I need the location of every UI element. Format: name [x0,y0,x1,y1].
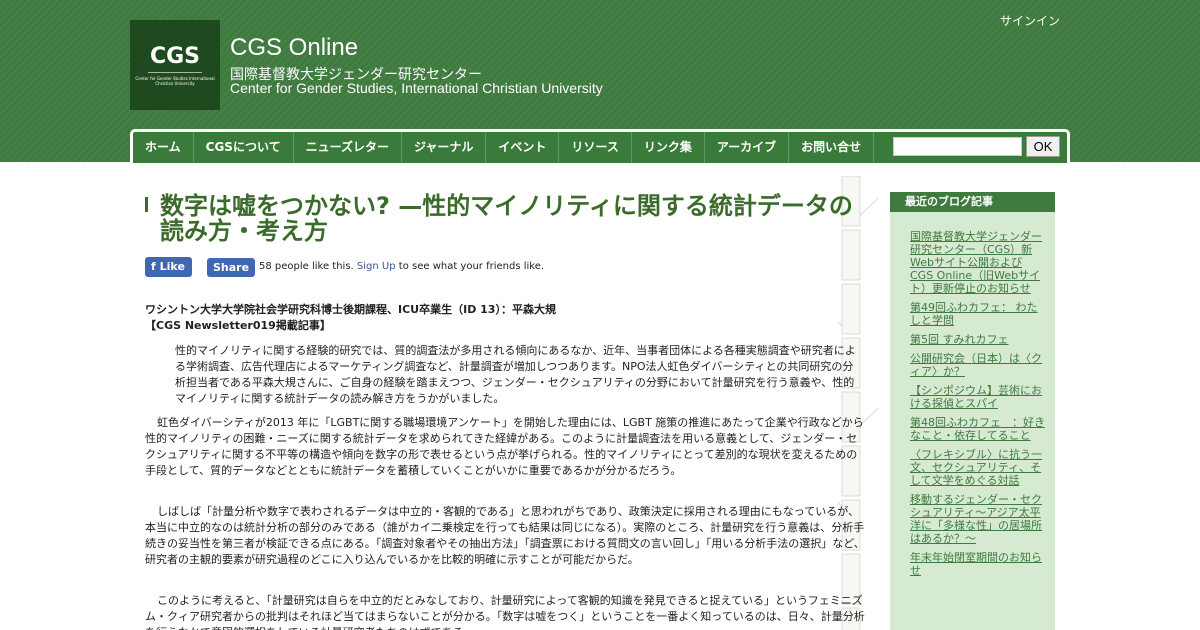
post-paragraph: しばしば「計量分析や数字で表わされるデータは中立的・客観的である」と思われがちで… [145,505,865,566]
recent-post-link[interactable]: 【シンポジウム】芸術における探偵とスパイ [910,384,1045,410]
recent-post-link[interactable]: 公開研究会（日本）は〈クィア〉か？ [910,352,1045,378]
title-marker [145,197,148,212]
facebook-like-count: 58 people like this. Sign Up to see what… [259,261,544,272]
nav-item-newsletter[interactable]: ニューズレター [294,132,402,163]
signin-link[interactable]: サインイン [1000,12,1060,29]
recent-post-link[interactable]: 〈フレキシブル〉に抗う一文、セクシュアリティ、そして文学をめぐる対話 [910,448,1045,487]
logo-subtext: Center for Gender Studies International … [135,76,215,86]
newsletter-note: 【CGS Newsletter019掲載記事】 [145,319,331,332]
post-title[interactable]: 数字は嘘をつかない? —性的マイノリティに関する統計データの読み方・考え方 [145,194,855,244]
like-count-text: 58 people like this. [259,261,354,272]
post-lead-quote: 性的マイノリティに関する経験的研究では、質的調査法が多用される傾向にあるなか、近… [175,344,856,405]
post-title-text: 数字は嘘をつかない? —性的マイノリティに関する統計データの読み方・考え方 [160,192,853,245]
facebook-share-button[interactable]: Share [207,258,256,277]
facebook-signup-link[interactable]: Sign Up [357,261,396,272]
main-navigation: ホーム CGSについて ニューズレター ジャーナル イベント リソース リンク集… [130,129,1070,163]
nav-item-about[interactable]: CGSについて [194,132,294,163]
cgs-logo[interactable]: CGS Center for Gender Studies Internatio… [130,20,220,110]
nav-items: ホーム CGSについて ニューズレター ジャーナル イベント リソース リンク集… [133,132,875,163]
post-paragraph: このように考えると、「計量研究は自らを中立的だとみなしており、計量研究によって客… [145,594,865,630]
nav-item-journal[interactable]: ジャーナル [402,132,487,163]
recent-post-link[interactable]: 第5回 すみれカフェ [910,333,1045,346]
author-line: ワシントン大学大学院社会学研究科博士後期課程、ICU卒業生（ID 13）：平森大… [145,303,556,316]
nav-item-events[interactable]: イベント [486,132,560,163]
sidebar-title: 最近のブログ記事 [890,192,1055,212]
recent-post-link[interactable]: 年末年始閉室期間のお知らせ [910,551,1045,577]
site-header: サインイン CGS Center for Gender Studies Inte… [0,0,1200,163]
site-description-en: Center for Gender Studies, International… [230,80,603,96]
recent-post-link[interactable]: 移動するジェンダー・セクシュアリティ～アジア太平洋に「多様な性」の居場所はあるか… [910,493,1045,545]
nav-item-home[interactable]: ホーム [133,132,194,163]
like-label: Like [159,260,185,273]
sidebar-recent-posts: 最近のブログ記事 国際基督教大学ジェンダー研究センター（CGS）新Webサイト公… [890,192,1055,630]
nav-item-archive[interactable]: アーカイブ [705,132,790,163]
recent-post-link[interactable]: 第49回ふわカフェ： わたしと学問 [910,301,1045,327]
nav-item-contact[interactable]: お問い合せ [789,132,875,163]
nav-item-resources[interactable]: リソース [559,132,632,163]
post-paragraph: 虹色ダイバーシティが2013 年に「LGBTに関する職場環境アンケート」を開始し… [145,416,864,477]
site-title[interactable]: CGS Online [230,34,358,62]
like-suffix-text: to see what your friends like. [398,261,545,272]
nav-item-links[interactable]: リンク集 [632,132,705,163]
search-input[interactable] [893,137,1022,156]
recent-post-link[interactable]: 国際基督教大学ジェンダー研究センター（CGS）新Webサイト公開およびCGS O… [910,230,1045,295]
search-ok-button[interactable]: OK [1026,136,1060,157]
logo-text: CGS [147,44,203,73]
facebook-like-button[interactable]: f Like [145,257,192,277]
recent-posts-list: 国際基督教大学ジェンダー研究センター（CGS）新Webサイト公開およびCGS O… [910,230,1045,583]
recent-post-link[interactable]: 第48回ふわカフェ ：好きなこと・依存してること [910,416,1045,442]
facebook-icon: f [151,260,156,273]
